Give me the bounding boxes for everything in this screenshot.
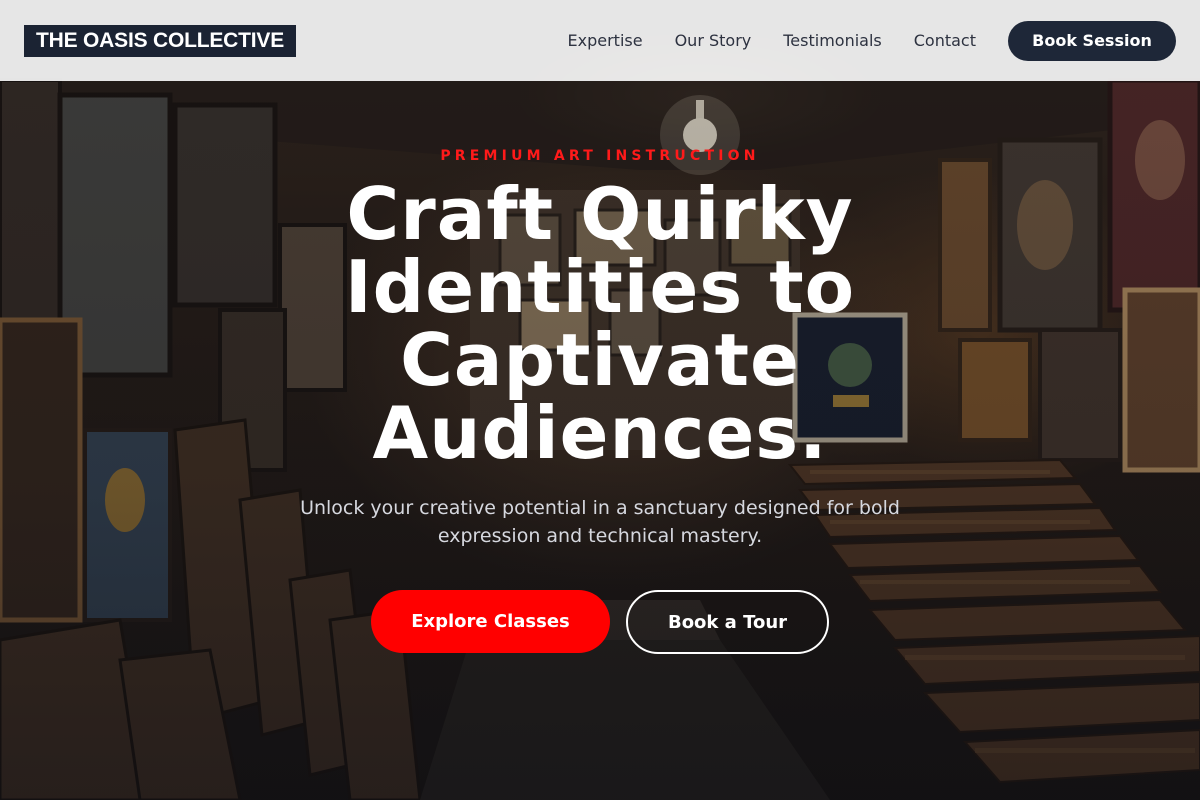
nav-link-expertise[interactable]: Expertise (568, 31, 643, 50)
hero-eyebrow: PREMIUM ART INSTRUCTION (440, 148, 760, 164)
explore-classes-button[interactable]: Explore Classes (371, 590, 610, 653)
nav-link-our-story[interactable]: Our Story (675, 31, 752, 50)
nav-link-testimonials[interactable]: Testimonials (783, 31, 882, 50)
book-session-button[interactable]: Book Session (1008, 20, 1176, 61)
book-a-tour-button[interactable]: Book a Tour (626, 590, 829, 654)
hero-subtitle: Unlock your creative potential in a sanc… (300, 497, 900, 547)
brand-logo[interactable]: THE OASIS COLLECTIVE (24, 24, 297, 57)
hero-headline: Craft Quirky Identities to Captivate Aud… (344, 172, 856, 475)
nav-links: Expertise Our Story Testimonials Contact (568, 31, 976, 50)
top-navbar: THE OASIS COLLECTIVE Expertise Our Story… (0, 0, 1200, 81)
main-nav: Expertise Our Story Testimonials Contact… (568, 20, 1176, 61)
nav-link-contact[interactable]: Contact (914, 31, 976, 50)
